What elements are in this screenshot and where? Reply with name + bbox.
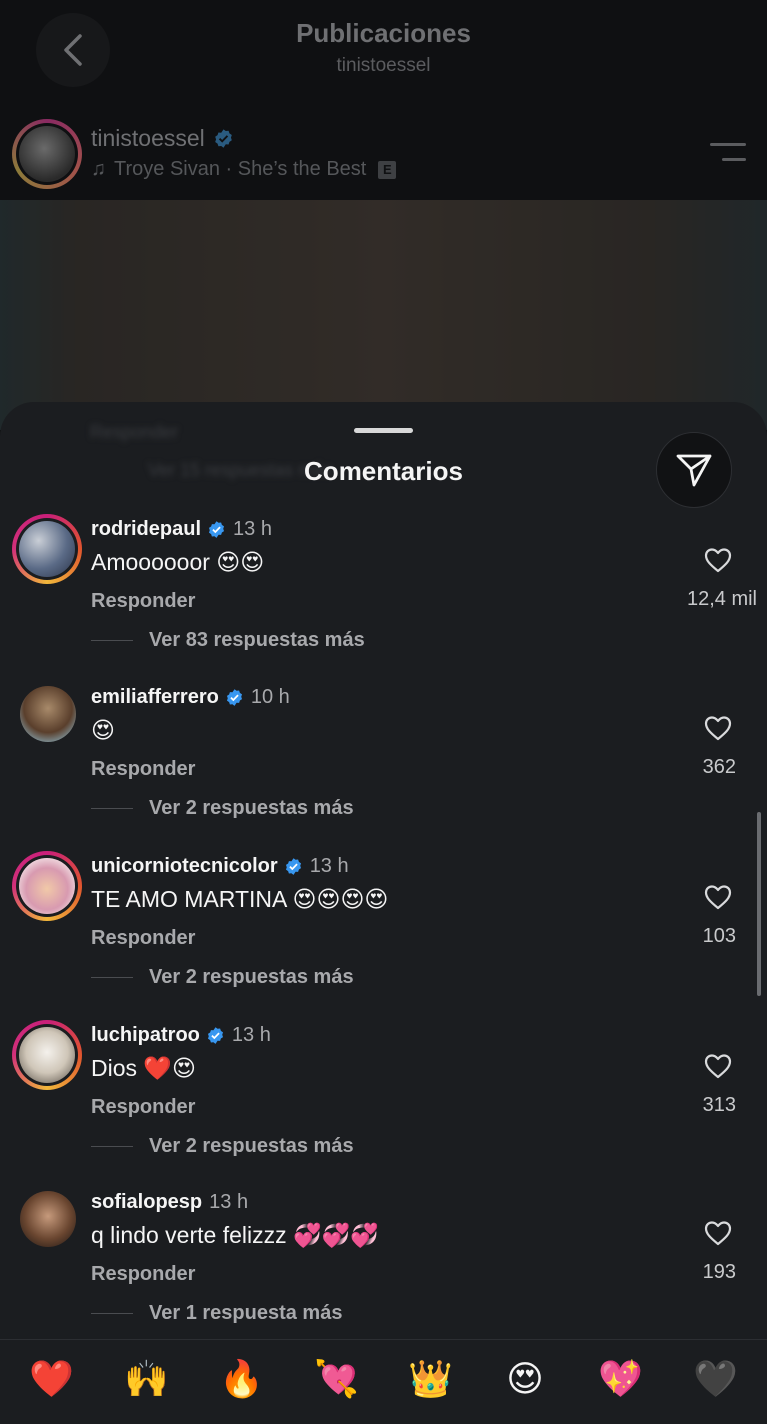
comment-author[interactable]: luchipatroo 13 h	[91, 1024, 271, 1047]
heart-icon[interactable]	[704, 1053, 732, 1079]
comment-item: luchipatroo 13 h Dios ❤️😍 Responder Ver …	[0, 1020, 767, 1180]
comment-text: Amoooooor 😍😍	[91, 549, 265, 575]
emoji-heart[interactable]: ❤️	[29, 1358, 74, 1402]
avatar[interactable]	[12, 514, 82, 584]
replies-divider	[91, 808, 133, 809]
verified-icon	[208, 521, 225, 538]
like-count: 193	[702, 1261, 736, 1283]
music-note-icon: ♫	[91, 158, 106, 180]
verified-icon	[226, 689, 242, 706]
background-ghost-text: Responder	[90, 422, 179, 442]
post-author[interactable]: tinistoessel	[91, 125, 234, 152]
heart-icon[interactable]	[704, 1220, 732, 1246]
comment-text: TE AMO MARTINA 😍😍😍😍	[91, 886, 389, 912]
comment-time: 13 h	[309, 855, 349, 877]
share-button[interactable]	[656, 432, 732, 508]
comment-text: Dios ❤️😍	[91, 1055, 197, 1081]
comment-author[interactable]: emiliafferrero 10 h	[91, 686, 290, 709]
reply-button[interactable]: Responder	[91, 758, 195, 781]
post-audio[interactable]: ♫ Troye Sivan · She’s the Best E	[91, 158, 397, 181]
like-count: 103	[702, 925, 736, 947]
emoji-sparkling-heart[interactable]: 💖	[598, 1358, 643, 1402]
emoji-black-heart[interactable]: 🖤	[693, 1358, 738, 1402]
comment-username: luchipatroo	[91, 1024, 200, 1046]
verified-icon	[285, 858, 301, 875]
comment-item: emiliafferrero 10 h 😍 Responder Ver 2 re…	[0, 682, 767, 842]
page-title: Publicaciones	[296, 18, 471, 48]
comment-username: unicorniotecnicolor	[91, 855, 278, 877]
options-menu-icon[interactable]	[710, 143, 746, 173]
emoji-heart-arrow[interactable]: 💘	[314, 1358, 359, 1402]
heart-icon[interactable]	[704, 884, 732, 910]
scrollbar[interactable]	[757, 812, 761, 996]
post-image	[0, 200, 767, 430]
comment-time: 13 h	[231, 1024, 271, 1046]
comment-username: sofialopesp	[91, 1191, 203, 1213]
sheet-drag-handle[interactable]	[354, 428, 413, 433]
send-icon	[676, 454, 712, 487]
emoji-fire[interactable]: 🔥	[219, 1358, 264, 1402]
replies-divider	[91, 1146, 133, 1147]
heart-icon[interactable]	[704, 715, 732, 741]
emoji-raised-hands[interactable]: 🙌	[124, 1358, 169, 1402]
comment-text: 😍	[91, 717, 115, 743]
avatar[interactable]	[20, 686, 76, 742]
view-replies-button[interactable]: Ver 2 respuestas más	[149, 966, 354, 989]
emoji-crown[interactable]: 👑	[408, 1358, 453, 1402]
top-bar: Publicaciones tinistoessel tinistoessel …	[0, 0, 767, 200]
post-author-name: tinistoessel	[91, 125, 205, 151]
avatar[interactable]	[12, 1020, 82, 1090]
avatar[interactable]	[20, 1191, 76, 1247]
comment-time: 13 h	[209, 1191, 249, 1213]
emoji-heart-eyes[interactable]: 😍	[503, 1358, 547, 1402]
reply-button[interactable]: Responder	[91, 1096, 195, 1119]
reply-button[interactable]: Responder	[91, 1263, 195, 1286]
view-replies-button[interactable]: Ver 83 respuestas más	[149, 629, 365, 652]
comment-item: unicorniotecnicolor 13 h TE AMO MARTINA …	[0, 851, 767, 1011]
verified-icon	[207, 1027, 223, 1044]
avatar[interactable]	[12, 851, 82, 921]
comment-author[interactable]: sofialopesp 13 h	[91, 1191, 248, 1214]
verified-icon	[214, 129, 232, 148]
reply-button[interactable]: Responder	[91, 590, 195, 613]
comment-text: q lindo verte felizzz 💞💞💞	[91, 1222, 379, 1248]
comment-username: rodridepaul	[91, 518, 202, 540]
view-replies-button[interactable]: Ver 2 respuestas más	[149, 1135, 354, 1158]
post-song-title: Troye Sivan · She’s the Best	[114, 158, 367, 180]
comment-author[interactable]: unicorniotecnicolor 13 h	[91, 855, 349, 878]
reply-button[interactable]: Responder	[91, 927, 195, 950]
explicit-badge: E	[378, 160, 397, 179]
view-replies-button[interactable]: Ver 2 respuestas más	[149, 797, 354, 820]
sheet-title: Comentarios	[304, 456, 463, 486]
view-replies-button[interactable]: Ver 1 respuesta más	[149, 1302, 342, 1325]
emoji-reaction-bar: ❤️ 🙌 🔥 💘 👑 😍 💖 🖤	[0, 1339, 767, 1424]
heart-icon[interactable]	[704, 547, 732, 573]
comment-time: 13 h	[233, 518, 272, 540]
like-count: 313	[702, 1094, 736, 1116]
comment-time: 10 h	[250, 686, 290, 708]
page-subtitle: tinistoessel	[336, 55, 431, 76]
replies-divider	[91, 1313, 133, 1314]
like-count: 362	[702, 756, 736, 778]
comment-item: rodridepaul 13 h Amoooooor 😍😍 Responder …	[0, 514, 767, 674]
comments-sheet: Responder Ver 15 respuestas más Comentar…	[0, 402, 767, 1424]
comment-item: sofialopesp 13 h q lindo verte felizzz 💞…	[0, 1187, 767, 1347]
post-author-avatar[interactable]	[12, 119, 82, 189]
comment-username: emiliafferrero	[91, 686, 219, 708]
like-count: 12,4 mil	[686, 588, 757, 610]
replies-divider	[91, 977, 133, 978]
replies-divider	[91, 640, 133, 641]
comment-author[interactable]: rodridepaul 13 h	[91, 518, 272, 541]
